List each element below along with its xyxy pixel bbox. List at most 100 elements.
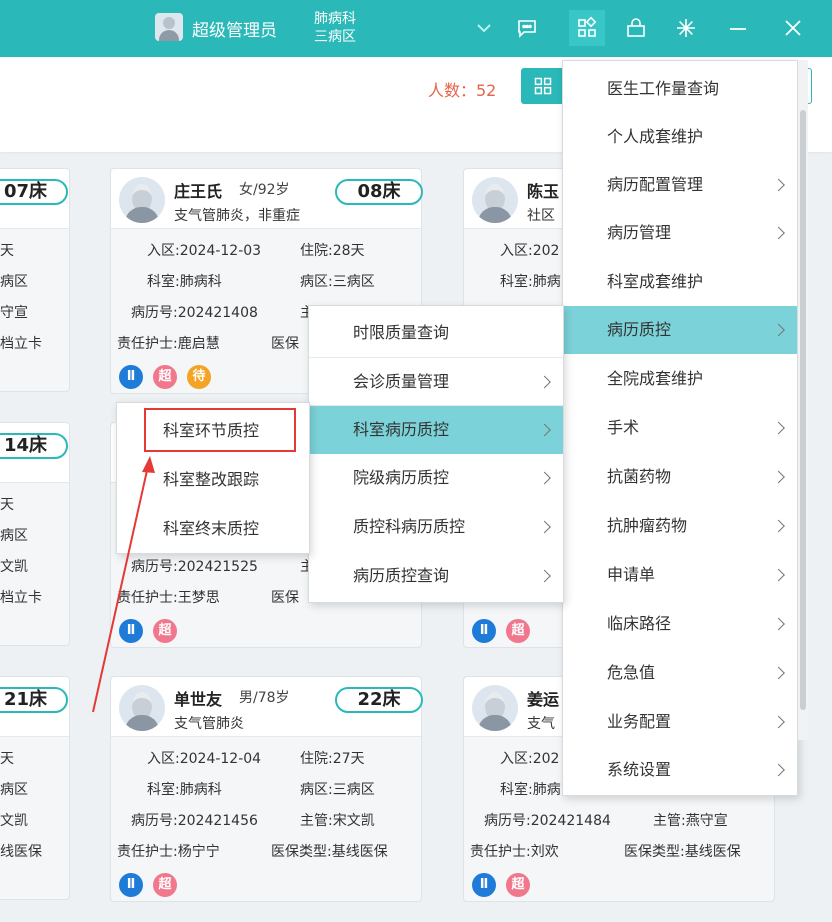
lock-icon[interactable] bbox=[618, 10, 654, 46]
menu-item-label: 会诊质量管理 bbox=[353, 372, 450, 391]
patient-card[interactable]: 单世友 男/78岁 22床 支气管肺炎 入区:2024-12-04 住院:27天… bbox=[110, 676, 423, 902]
patient-card[interactable]: 07床 天 病区 守宣 档立卡 bbox=[0, 168, 70, 392]
menu-item-qc-dept-record-qc[interactable]: 质控科病历质控 bbox=[309, 503, 563, 551]
menu-item-dept-rectify-track[interactable]: 科室整改跟踪 bbox=[117, 456, 309, 504]
bed-tag: 22床 bbox=[335, 687, 423, 713]
patient-card[interactable]: 21床 天 病区 文凯 线医保 bbox=[0, 676, 70, 900]
menu-item-label: 科室病历质控 bbox=[353, 420, 450, 439]
chevron-right-icon bbox=[772, 568, 785, 582]
user-name[interactable]: 超级管理员 bbox=[192, 16, 277, 41]
chat-icon[interactable] bbox=[509, 10, 545, 46]
patient-count: 人数：52 bbox=[428, 81, 497, 100]
ward: 病区:三病区 bbox=[300, 782, 375, 798]
menu-item-hospital-record-qc[interactable]: 院级病历质控 bbox=[309, 454, 563, 502]
grid-icon bbox=[534, 77, 552, 95]
patient-avatar bbox=[472, 685, 518, 731]
menu-item-label: 业务配置 bbox=[607, 712, 672, 731]
menu-item-record-qc[interactable]: 病历质控 bbox=[563, 306, 797, 354]
menu-item-record-config[interactable]: 病历配置管理 bbox=[563, 161, 797, 209]
stay-days: 住院:27天 bbox=[300, 751, 365, 767]
patient-diagnosis: 支气管肺炎，非重症 bbox=[174, 208, 300, 224]
menu-item-label: 抗肿瘤药物 bbox=[607, 516, 688, 535]
card-field: 守宣 bbox=[0, 305, 28, 321]
patient-gender-age: 男/78岁 bbox=[239, 690, 290, 706]
patient-card[interactable]: 14床 天 病区 文凯 档立卡 bbox=[0, 422, 70, 646]
menu-item-label: 时限质量查询 bbox=[353, 323, 450, 342]
attending-doctor: 主管:燕守宣 bbox=[653, 813, 728, 829]
menu-item-system-settings[interactable]: 系统设置 bbox=[563, 746, 797, 794]
department: 科室:肺病科 bbox=[147, 782, 222, 798]
menu-item-personal-set[interactable]: 个人成套维护 bbox=[563, 113, 797, 161]
menu-item-label: 院级病历质控 bbox=[353, 468, 450, 487]
user-avatar[interactable] bbox=[155, 13, 183, 41]
menu-item-consult-quality[interactable]: 会诊质量管理 bbox=[309, 358, 563, 406]
patient-name: 姜运 bbox=[527, 690, 560, 709]
chevron-right-icon bbox=[538, 375, 551, 388]
menu-item-dept-set[interactable]: 科室成套维护 bbox=[563, 258, 797, 306]
bed-tag: 21床 bbox=[0, 687, 68, 713]
chevron-right-icon bbox=[772, 715, 785, 729]
menu-scrollbar[interactable] bbox=[798, 60, 808, 740]
apps-icon[interactable] bbox=[569, 10, 605, 46]
menu-item-label: 病历配置管理 bbox=[607, 175, 704, 194]
insurance-type: 医保 bbox=[271, 336, 299, 352]
menu-item-critical-value[interactable]: 危急值 bbox=[563, 649, 797, 697]
menu-item-time-limit-query[interactable]: 时限质量查询 bbox=[309, 308, 563, 358]
close-icon[interactable] bbox=[775, 10, 811, 46]
responsible-nurse: 责任护士:王梦思 bbox=[117, 590, 220, 606]
card-field: 天 bbox=[0, 243, 14, 259]
menu-item-record-management[interactable]: 病历管理 bbox=[563, 209, 797, 257]
ward-name: 三病区 bbox=[314, 29, 356, 45]
menu-item-label: 医生工作量查询 bbox=[607, 79, 720, 98]
chevron-right-icon bbox=[772, 666, 785, 680]
level-badge: Ⅱ bbox=[119, 619, 143, 643]
overdue-badge: 超 bbox=[506, 873, 530, 897]
menu-item-doctor-workload[interactable]: 医生工作量查询 bbox=[563, 65, 797, 113]
menu-item-dept-final-qc[interactable]: 科室终末质控 bbox=[117, 505, 309, 553]
menu-item-hospital-set[interactable]: 全院成套维护 bbox=[563, 355, 797, 403]
patient-diagnosis: 支气 bbox=[527, 716, 555, 732]
menu-item-clinical-path[interactable]: 临床路径 bbox=[563, 600, 797, 648]
responsible-nurse: 责任护士:刘欢 bbox=[470, 844, 559, 860]
responsible-nurse: 责任护士:杨宁宁 bbox=[117, 844, 220, 860]
patient-diagnosis: 支气管肺炎 bbox=[174, 716, 244, 732]
menu-item-antibiotics[interactable]: 抗菌药物 bbox=[563, 453, 797, 501]
menu-item-surgery[interactable]: 手术 bbox=[563, 404, 797, 452]
menu-item-record-qc-query[interactable]: 病历质控查询 bbox=[309, 552, 563, 600]
minimize-icon[interactable] bbox=[720, 10, 756, 46]
chevron-right-icon bbox=[772, 763, 785, 777]
patient-name: 陈玉 bbox=[527, 182, 560, 201]
chevron-right-icon bbox=[538, 423, 551, 437]
menu-item-dept-record-qc[interactable]: 科室病历质控 bbox=[309, 406, 563, 454]
chevron-right-icon bbox=[772, 421, 785, 435]
chevron-right-icon bbox=[772, 226, 785, 240]
level-badge: Ⅱ bbox=[472, 873, 496, 897]
admit-date: 入区:202 bbox=[500, 751, 560, 767]
card-field: 线医保 bbox=[0, 844, 42, 860]
chevron-right-icon bbox=[538, 520, 551, 534]
grid-view-button[interactable] bbox=[521, 68, 565, 104]
menu-item-label: 申请单 bbox=[607, 565, 656, 584]
menu-item-label: 个人成套维护 bbox=[607, 127, 704, 146]
menu-item-label: 科室成套维护 bbox=[607, 272, 704, 291]
snowflake-icon[interactable] bbox=[668, 10, 704, 46]
level-badge: Ⅱ bbox=[472, 619, 496, 643]
overdue-badge: 超 bbox=[153, 619, 177, 643]
status-badges: Ⅱ 超 待 bbox=[119, 365, 211, 389]
patient-avatar bbox=[119, 177, 165, 223]
chevron-right-icon bbox=[772, 470, 785, 484]
menu-item-requisition[interactable]: 申请单 bbox=[563, 551, 797, 599]
card-field: 病区 bbox=[0, 528, 28, 544]
department-name: 肺病科 bbox=[314, 11, 356, 27]
menu-item-label: 病历质控查询 bbox=[353, 566, 450, 585]
card-field: 病区 bbox=[0, 274, 28, 290]
menu-item-business-config[interactable]: 业务配置 bbox=[563, 698, 797, 746]
chevron-down-icon[interactable] bbox=[466, 10, 502, 46]
menu-item-antitumor[interactable]: 抗肿瘤药物 bbox=[563, 502, 797, 550]
overdue-badge: 超 bbox=[153, 365, 177, 389]
status-badges: Ⅱ 超 bbox=[472, 619, 530, 643]
bed-tag: 14床 bbox=[0, 433, 68, 459]
patient-avatar bbox=[119, 685, 165, 731]
menu-item-label: 科室终末质控 bbox=[163, 519, 260, 538]
insurance-type: 医保类型:基线医保 bbox=[624, 844, 741, 860]
